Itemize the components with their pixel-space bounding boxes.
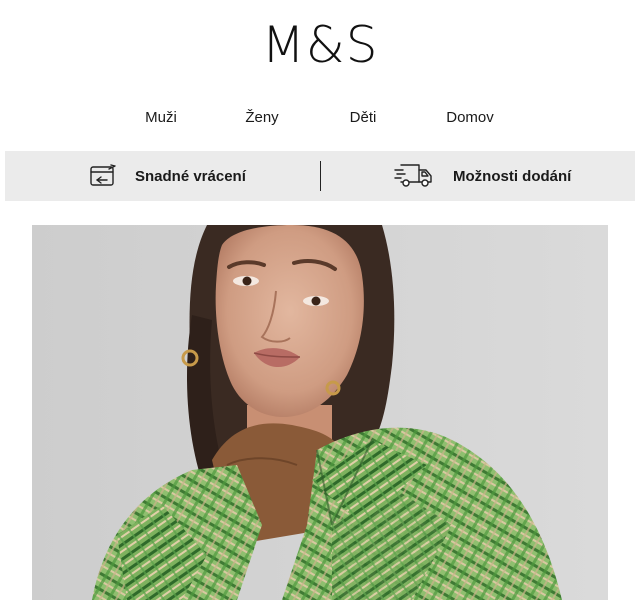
- returns-icon: [89, 164, 117, 188]
- service-divider: [320, 161, 321, 191]
- delivery-truck-icon: [393, 162, 437, 190]
- easy-returns-label: Snadné vrácení: [135, 167, 246, 185]
- brand-logo[interactable]: M&S: [0, 14, 640, 76]
- woman-in-green-coat-image: [32, 225, 608, 600]
- nav-item-deti[interactable]: Děti: [350, 108, 377, 128]
- service-bar: Snadné vrácení Možnosti dodání: [5, 151, 635, 201]
- main-nav: Muži Ženy Děti Domov: [0, 108, 640, 128]
- nav-item-domov[interactable]: Domov: [446, 108, 494, 128]
- nav-item-zeny[interactable]: Ženy: [245, 108, 278, 128]
- nav-item-muzi[interactable]: Muži: [145, 108, 177, 128]
- delivery-options-label: Možnosti dodání: [453, 167, 572, 185]
- hero-image[interactable]: [32, 225, 608, 600]
- delivery-options-link[interactable]: Možnosti dodání: [393, 151, 571, 201]
- easy-returns-link[interactable]: Snadné vrácení: [89, 151, 246, 201]
